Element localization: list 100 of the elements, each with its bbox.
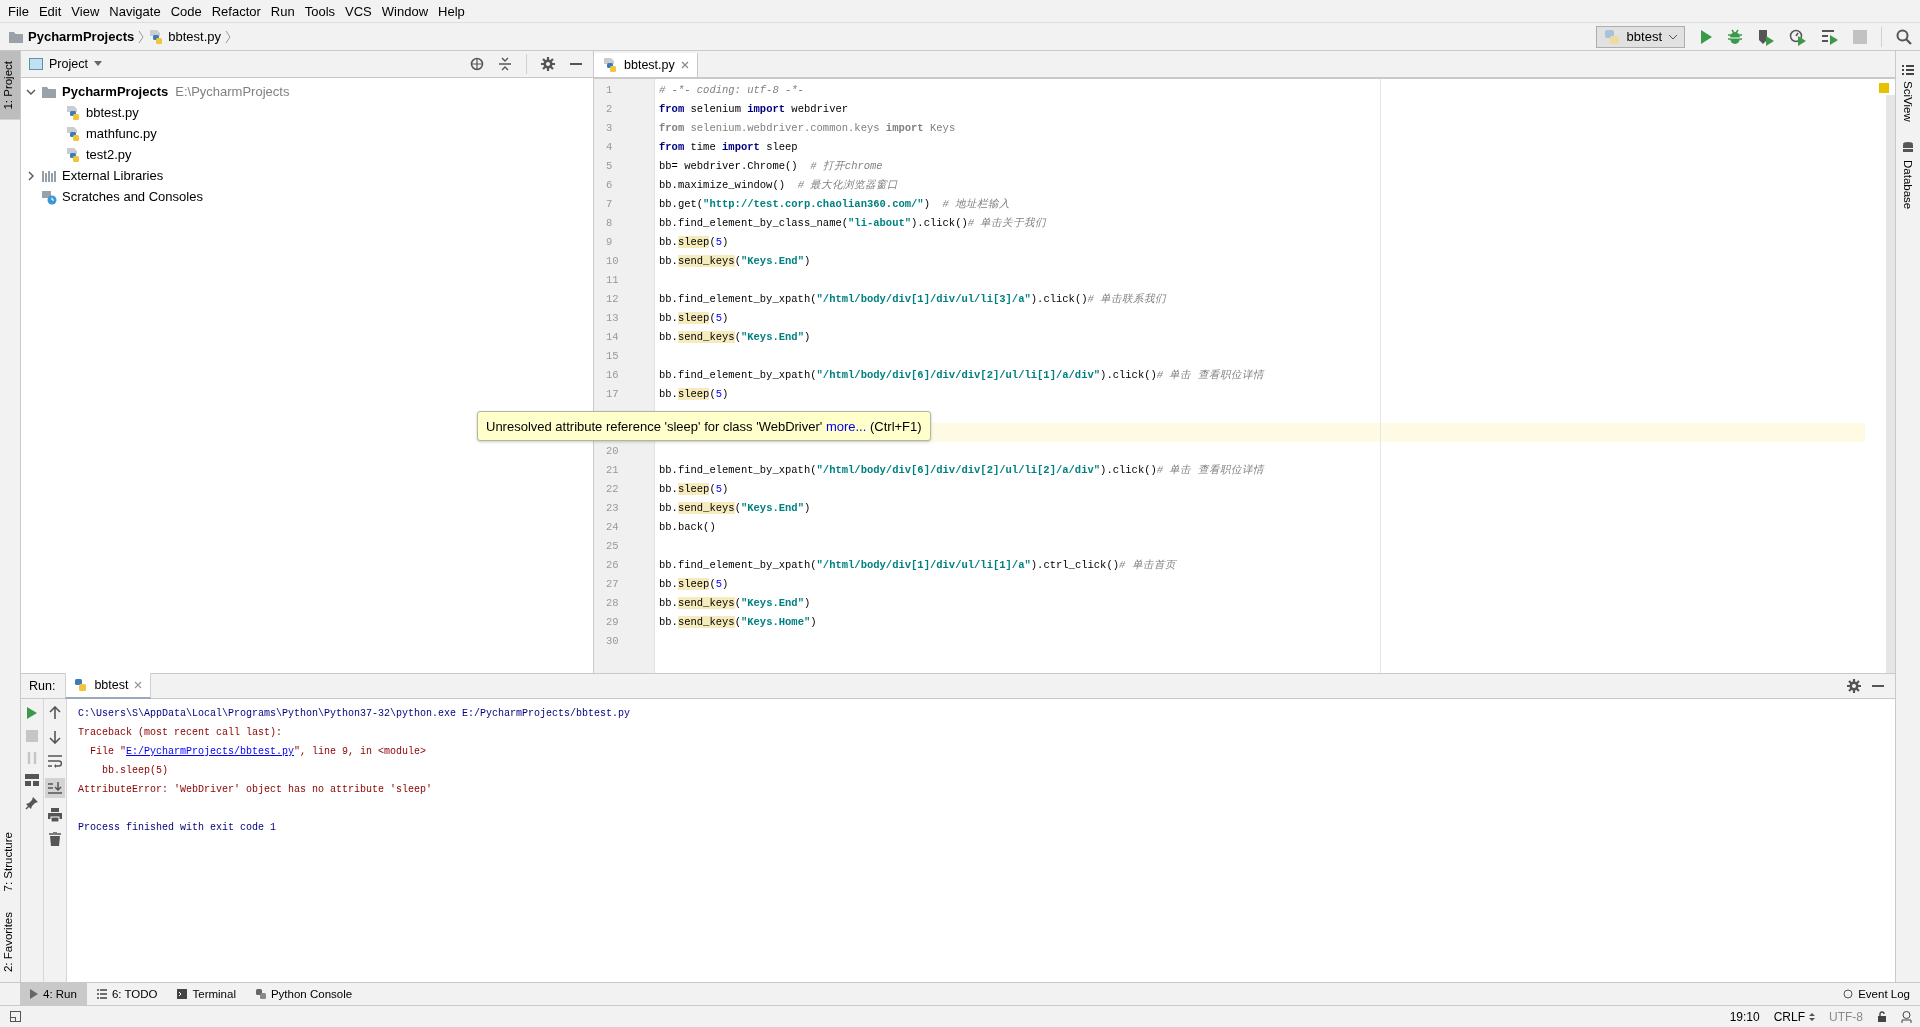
tree-item[interactable]: test2.py — [86, 147, 132, 162]
breadcrumb[interactable]: PycharmProjects — [8, 29, 135, 44]
scroll-to-end-toggle[interactable] — [45, 778, 65, 798]
line-number: 4 — [606, 141, 613, 153]
console-line: Traceback (most recent call last): — [78, 727, 283, 738]
line-number: 8 — [606, 217, 613, 229]
scroll-to-end-icon — [48, 781, 62, 795]
gear-icon[interactable] — [541, 57, 555, 71]
line-number: 1 — [606, 84, 613, 96]
run-icon — [30, 989, 38, 999]
tree-item[interactable]: External Libraries — [62, 168, 164, 183]
line-number: 12 — [606, 293, 619, 305]
code-line: bb.find_element_by_xpath("/html/body/div[6]/div/div[2]/ul/li[2]/a/div").click()# 单击 查看职位详情 — [659, 464, 1264, 476]
code-line: bb= webdriver.Chrome() # 打开chrome — [659, 160, 883, 172]
run-icon[interactable] — [1699, 28, 1713, 45]
tree-item[interactable]: PycharmProjects — [62, 84, 169, 99]
more-link[interactable]: more... — [825, 418, 867, 434]
console-line: bb.sleep(5) — [101, 765, 168, 776]
line-number: 14 — [606, 331, 619, 343]
code-line: bb.send_keys("Keys.End") — [659, 597, 811, 609]
rerun-icon[interactable] — [26, 706, 38, 720]
event-log-button[interactable]: Event Log — [1833, 983, 1920, 1005]
project-view-dropdown[interactable]: Project — [29, 57, 102, 71]
tool-window-tab[interactable]: 6: TODO — [86, 983, 168, 1005]
tool-window-tab[interactable]: 1: Project — [0, 51, 20, 120]
collapse-all-icon[interactable] — [498, 57, 512, 71]
tool-window-tab[interactable]: 2: Favorites — [0, 901, 20, 982]
menu-item[interactable]: Refactor — [207, 3, 267, 19]
tree-item[interactable]: Scratches and Consoles — [62, 189, 203, 204]
code-line: bb.send_keys("Keys.End") — [659, 255, 811, 267]
crosshair-icon[interactable] — [470, 57, 484, 71]
line-number: 2 — [606, 103, 613, 115]
search-icon[interactable] — [1896, 28, 1912, 45]
concurrency-icon[interactable] — [1821, 27, 1839, 46]
line-number: 15 — [606, 350, 619, 362]
menu-item[interactable]: Code — [166, 3, 208, 19]
menu-item[interactable]: File — [4, 3, 35, 19]
trash-icon[interactable] — [49, 832, 61, 846]
editor-tab[interactable]: bbtest.py — [594, 53, 698, 77]
run-tab[interactable]: bbtest — [65, 673, 152, 699]
menu-item[interactable]: View — [67, 3, 106, 19]
menu-item[interactable]: Run — [266, 3, 301, 19]
caret-position[interactable]: 19:10 — [1729, 1009, 1760, 1024]
menu-item[interactable]: Edit — [34, 3, 68, 19]
line-number: 27 — [606, 578, 619, 590]
menu-item[interactable]: VCS — [341, 3, 378, 19]
tool-window-tab[interactable]: Python Console — [245, 983, 363, 1005]
line-number: 6 — [606, 179, 613, 191]
line-number: 28 — [606, 597, 619, 609]
menu-item[interactable]: Navigate — [105, 3, 167, 19]
code-line: bb.find_element_by_xpath("/html/body/div[6]/div/div[2]/ul/li[1]/a/div").click()# 单击 查看职位详情 — [659, 369, 1264, 381]
tree-item[interactable]: mathfunc.py — [86, 126, 157, 141]
down-arrow-icon[interactable] — [49, 730, 61, 744]
menu-item[interactable]: Window — [377, 3, 435, 19]
library-icon — [41, 168, 57, 183]
python-file-icon — [65, 125, 81, 142]
console-line: C:\Users\S\AppData\Local\Programs\Python\Python37-32\python.exe E:/PycharmProjects/bbtest.py — [78, 708, 631, 719]
bug-icon[interactable] — [1727, 28, 1743, 45]
line-separator-selector[interactable]: CRLF — [1773, 1009, 1815, 1024]
menu-item[interactable]: Help — [434, 3, 471, 19]
tool-window-tab[interactable]: Database — [1896, 127, 1920, 215]
layout-icon[interactable] — [25, 774, 39, 786]
inspection-tooltip: Unresolved attribute reference 'sleep' for class 'WebDriver' more... (Ctrl+F1) — [477, 411, 931, 441]
up-down-arrow-icon — [1809, 1011, 1815, 1022]
print-icon[interactable] — [48, 808, 62, 822]
line-number: 16 — [606, 369, 619, 381]
pin-icon[interactable] — [25, 796, 39, 810]
code-line: bb.get("http://test.corp.chaolian360.com/") # 地址栏输入 — [659, 198, 1011, 210]
profiler-icon[interactable] — [1789, 27, 1807, 46]
chevron-icon — [225, 28, 231, 45]
gear-icon[interactable] — [1847, 679, 1861, 693]
tool-window-tab[interactable]: SciView — [1896, 51, 1920, 128]
file-link[interactable]: E:/PycharmProjects/bbtest.py — [126, 746, 295, 757]
line-number: 25 — [606, 540, 619, 552]
lock-icon[interactable] — [1877, 1011, 1887, 1022]
database-icon — [1903, 141, 1913, 154]
close-icon[interactable] — [680, 61, 689, 69]
python-file-icon — [65, 104, 81, 121]
line-number: 13 — [606, 312, 619, 324]
breadcrumb[interactable]: bbtest.py — [148, 28, 221, 45]
code-line: bb.send_keys("Keys.End") — [659, 502, 811, 514]
line-number: 24 — [606, 521, 619, 533]
coverage-icon[interactable] — [1757, 27, 1775, 46]
line-number: 23 — [606, 502, 619, 514]
up-arrow-icon[interactable] — [49, 706, 61, 720]
menu-item[interactable]: Tools — [300, 3, 342, 19]
tool-window-tab[interactable]: 4: Run — [20, 983, 87, 1005]
soft-wrap-icon[interactable] — [48, 754, 62, 768]
code-line: bb.sleep(5) — [659, 236, 729, 248]
python-file-icon — [148, 28, 165, 45]
list-icon — [96, 989, 107, 999]
tree-item[interactable]: bbtest.py — [86, 105, 139, 120]
inspector-icon[interactable] — [1901, 1010, 1912, 1023]
folder-icon — [8, 29, 24, 44]
panel-title: Run: — [29, 679, 56, 693]
run-config-dropdown[interactable]: bbtest — [1595, 25, 1685, 48]
tool-window-tab[interactable]: 7: Structure — [0, 822, 20, 902]
close-icon[interactable] — [134, 681, 143, 689]
tool-window-tab[interactable]: Terminal — [167, 983, 246, 1005]
layout-toggle-icon[interactable] — [10, 1011, 21, 1022]
